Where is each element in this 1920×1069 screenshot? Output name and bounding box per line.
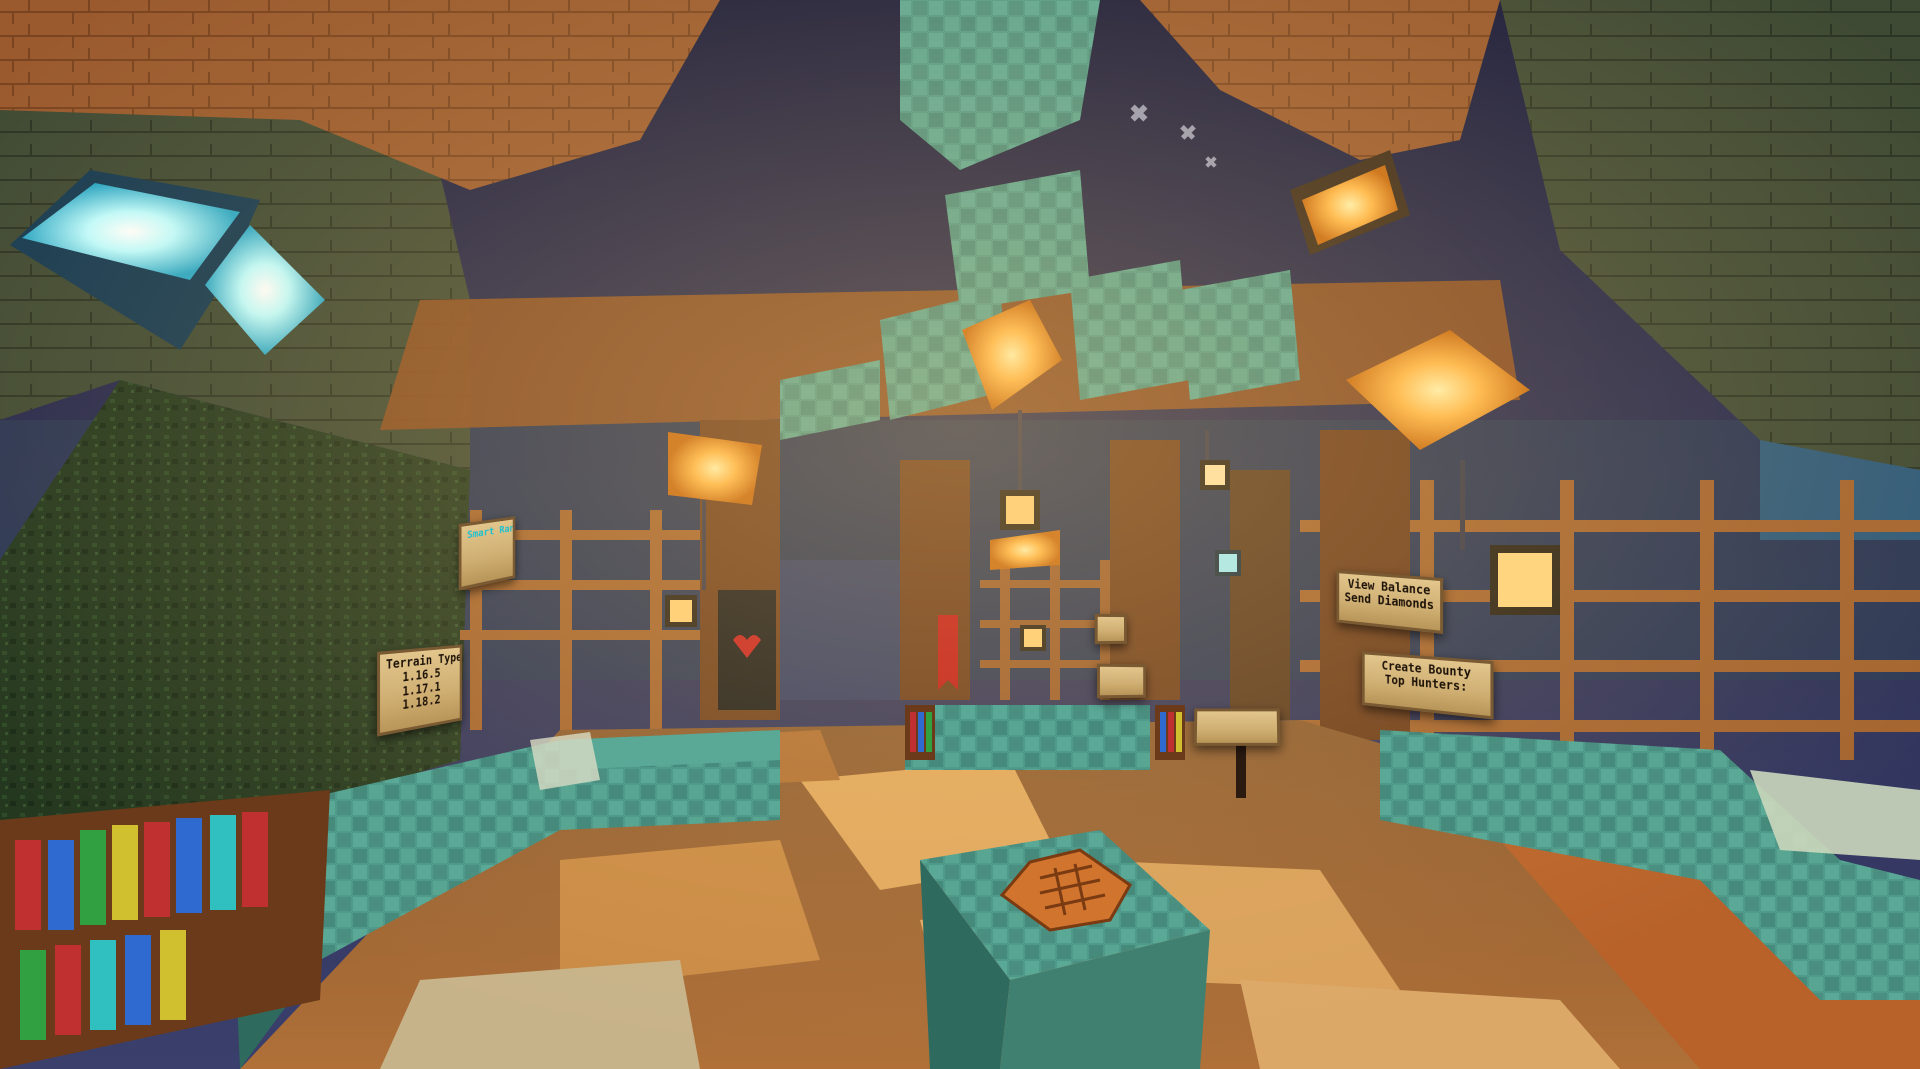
bookshelf-center-right bbox=[1155, 705, 1185, 760]
sign-post-board[interactable] bbox=[1194, 708, 1281, 745]
sign-center-mid[interactable] bbox=[1097, 664, 1146, 699]
world-render bbox=[0, 0, 1920, 1069]
sign-post bbox=[1236, 740, 1246, 798]
bookshelf-center-left bbox=[905, 705, 935, 760]
map-frame-left bbox=[530, 732, 600, 790]
sign-upper-left[interactable]: Smart Ranks bbox=[459, 516, 516, 590]
sign-line: Smart Ranks bbox=[467, 524, 508, 542]
sofa-center bbox=[905, 705, 1150, 770]
game-viewport: Terrain Type 1.16.5 1.17.1 1.18.2 Smart … bbox=[0, 0, 1920, 1069]
sign-center-small[interactable] bbox=[1095, 614, 1127, 644]
